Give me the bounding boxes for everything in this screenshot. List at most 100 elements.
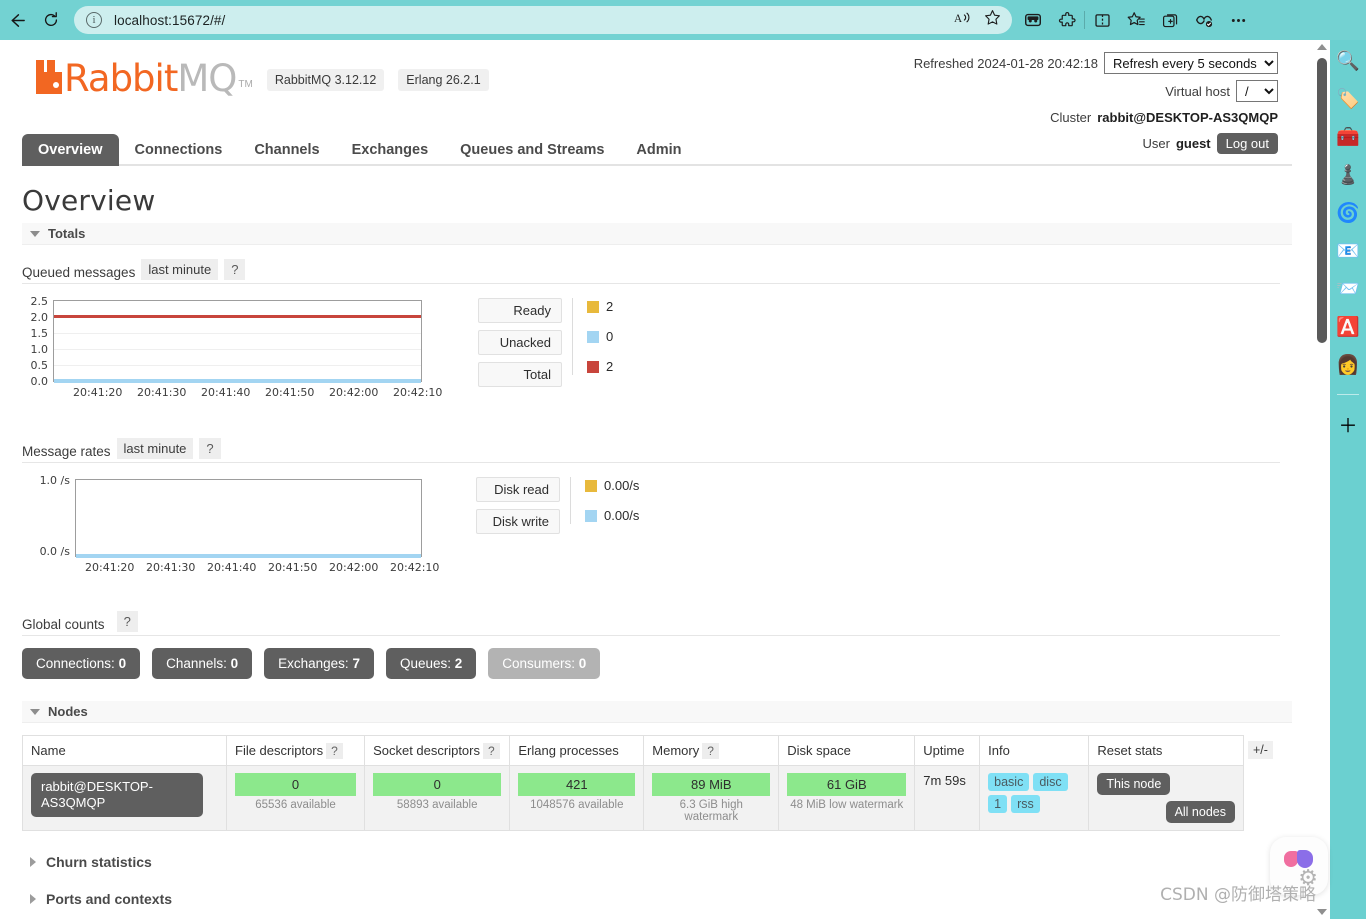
rates-button-disk-write[interactable]: Disk write: [476, 509, 560, 534]
reset-this-node-button[interactable]: This node: [1097, 773, 1171, 795]
totals-section-header[interactable]: Totals: [22, 223, 1292, 245]
y-tick-1-0: 1.0: [30, 343, 49, 356]
refresh-interval-select[interactable]: Refresh every 5 seconds: [1104, 52, 1278, 74]
y-tick-1-5: 1.5: [30, 327, 49, 340]
rates-value-text: 0.00/s: [604, 478, 640, 493]
cluster-row: Cluster rabbit@DESKTOP-AS3QMQP: [914, 106, 1278, 128]
help-icon[interactable]: ?: [326, 743, 343, 759]
extensions-icon[interactable]: [1050, 4, 1084, 36]
column-header-label: Socket descriptors: [373, 743, 480, 758]
add-tab-icon[interactable]: [1153, 4, 1187, 36]
back-arrow-icon[interactable]: [0, 5, 34, 35]
column-header-label: Name: [31, 743, 66, 758]
browser-toolbar-icons: [1016, 4, 1255, 36]
rates-period-button[interactable]: last minute: [116, 438, 194, 459]
appstore-icon[interactable]: 🅰️: [1335, 314, 1361, 340]
column-header-file-descriptors[interactable]: File descriptors?: [225, 735, 366, 766]
shopping-tag-icon[interactable]: 🏷️: [1335, 86, 1361, 112]
settings-more-icon[interactable]: [1221, 4, 1255, 36]
games-icon[interactable]: ♟️: [1335, 162, 1361, 188]
count-button-exchanges[interactable]: Exchanges: 7: [264, 648, 374, 679]
queued-period-button[interactable]: last minute: [141, 259, 219, 280]
outlook-icon[interactable]: 📧: [1335, 238, 1361, 264]
rates-button-disk-read[interactable]: Disk read: [476, 477, 560, 502]
tab-connections[interactable]: Connections: [119, 134, 239, 166]
tab-exchanges[interactable]: Exchanges: [336, 134, 445, 166]
scroll-up-icon[interactable]: [1317, 44, 1327, 50]
help-icon[interactable]: ?: [702, 743, 719, 759]
add-app-icon[interactable]: ＋: [1335, 411, 1361, 437]
site-info-icon[interactable]: i: [86, 12, 102, 28]
queued-button-total[interactable]: Total: [478, 362, 562, 387]
count-button-connections[interactable]: Connections: 0: [22, 648, 141, 679]
media-icon[interactable]: 🌀: [1335, 200, 1361, 226]
gear-icon[interactable]: ⚙: [1298, 865, 1318, 891]
info-chip-1[interactable]: 1: [988, 795, 1008, 813]
tab-channels[interactable]: Channels: [238, 134, 335, 166]
column-header-erlang-processes[interactable]: Erlang processes: [509, 735, 645, 766]
count-button-channels[interactable]: Channels: 0: [152, 648, 253, 679]
global-counts-help-icon[interactable]: ?: [116, 611, 138, 632]
avatar-icon[interactable]: 👩: [1335, 352, 1361, 378]
favorites-icon[interactable]: [1119, 4, 1153, 36]
x-tick-2: 20:41:40: [201, 386, 251, 399]
column-header-label: Reset stats: [1097, 743, 1163, 758]
reload-icon[interactable]: [34, 5, 68, 35]
address-bar[interactable]: i localhost:15672/#/ A: [74, 6, 1012, 34]
vhost-select[interactable]: /: [1236, 80, 1278, 102]
rate-y-tick-top: 1.0 /s: [39, 474, 70, 487]
page-scrollbar[interactable]: [1314, 40, 1330, 919]
vhost-row: Virtual host /: [914, 80, 1278, 102]
column-header-reset-stats[interactable]: Reset stats: [1088, 735, 1244, 766]
collections-icon[interactable]: [1016, 4, 1050, 36]
section-ports-and-contexts[interactable]: Ports and contexts: [22, 880, 1292, 917]
browser-essentials-icon[interactable]: [1187, 4, 1221, 36]
count-label: Channels:: [166, 656, 231, 671]
queued-button-unacked[interactable]: Unacked: [478, 330, 562, 355]
queued-button-ready[interactable]: Ready: [478, 298, 562, 323]
telegram-icon[interactable]: 📨: [1335, 276, 1361, 302]
toggle-columns-button[interactable]: +/-: [1248, 741, 1273, 759]
column-header-memory[interactable]: Memory?: [643, 735, 780, 766]
column-header-label: File descriptors: [235, 743, 324, 758]
totals-section-label: Totals: [48, 226, 86, 241]
rabbitmq-logo[interactable]: Rabbit MQ TM RabbitMQ 3.12.12 Erlang 26.…: [36, 59, 489, 97]
info-chip-rss[interactable]: rss: [1011, 795, 1040, 813]
split-screen-icon[interactable]: [1085, 4, 1119, 36]
memory-bar: 89 MiB: [652, 773, 771, 796]
scroll-down-icon[interactable]: [1317, 909, 1327, 915]
help-icon[interactable]: ?: [483, 743, 500, 759]
nodes-section-header[interactable]: Nodes: [22, 701, 1292, 723]
column-header-uptime[interactable]: Uptime: [914, 735, 981, 766]
count-label: Connections:: [36, 656, 119, 671]
tab-overview[interactable]: Overview: [22, 134, 119, 166]
tab-queues-and-streams[interactable]: Queues and Streams: [444, 134, 620, 166]
queued-help-icon[interactable]: ?: [224, 259, 246, 280]
info-chip-basic[interactable]: basic: [988, 773, 1030, 791]
node-name-badge[interactable]: rabbit@DESKTOP-AS3QMQP: [31, 773, 203, 817]
column-header-label: Memory: [652, 743, 700, 758]
cell-node-name: rabbit@DESKTOP-AS3QMQP: [22, 765, 227, 831]
search-icon[interactable]: 🔍: [1335, 48, 1361, 74]
star-icon[interactable]: [983, 8, 1002, 32]
scrollbar-thumb[interactable]: [1317, 58, 1327, 343]
tab-admin[interactable]: Admin: [620, 134, 697, 166]
column-header-name[interactable]: Name: [22, 735, 227, 766]
reset-all-nodes-button[interactable]: All nodes: [1165, 801, 1235, 823]
queued-value-total: 2: [587, 358, 613, 375]
section-churn-statistics[interactable]: Churn statistics: [22, 843, 1292, 880]
read-aloud-icon[interactable]: A: [954, 8, 973, 32]
rates-value-disk-read: 0.00/s: [585, 477, 639, 494]
count-button-queues[interactable]: Queues: 2: [385, 648, 477, 679]
column-header-info[interactable]: Info: [979, 735, 1090, 766]
column-header-socket-descriptors[interactable]: Socket descriptors?: [364, 735, 511, 766]
info-chip-disc[interactable]: disc: [1033, 773, 1068, 791]
rabbit-logo-icon: [36, 60, 62, 94]
column-header-disk-space[interactable]: Disk space: [778, 735, 916, 766]
cell-memory: 89 MiB 6.3 GiB high watermark: [643, 765, 780, 831]
tools-icon[interactable]: 🧰: [1335, 124, 1361, 150]
count-button-consumers[interactable]: Consumers: 0: [488, 648, 601, 679]
section-label: Churn statistics: [46, 853, 152, 870]
nodes-section-label: Nodes: [48, 704, 88, 719]
rates-help-icon[interactable]: ?: [199, 438, 221, 459]
